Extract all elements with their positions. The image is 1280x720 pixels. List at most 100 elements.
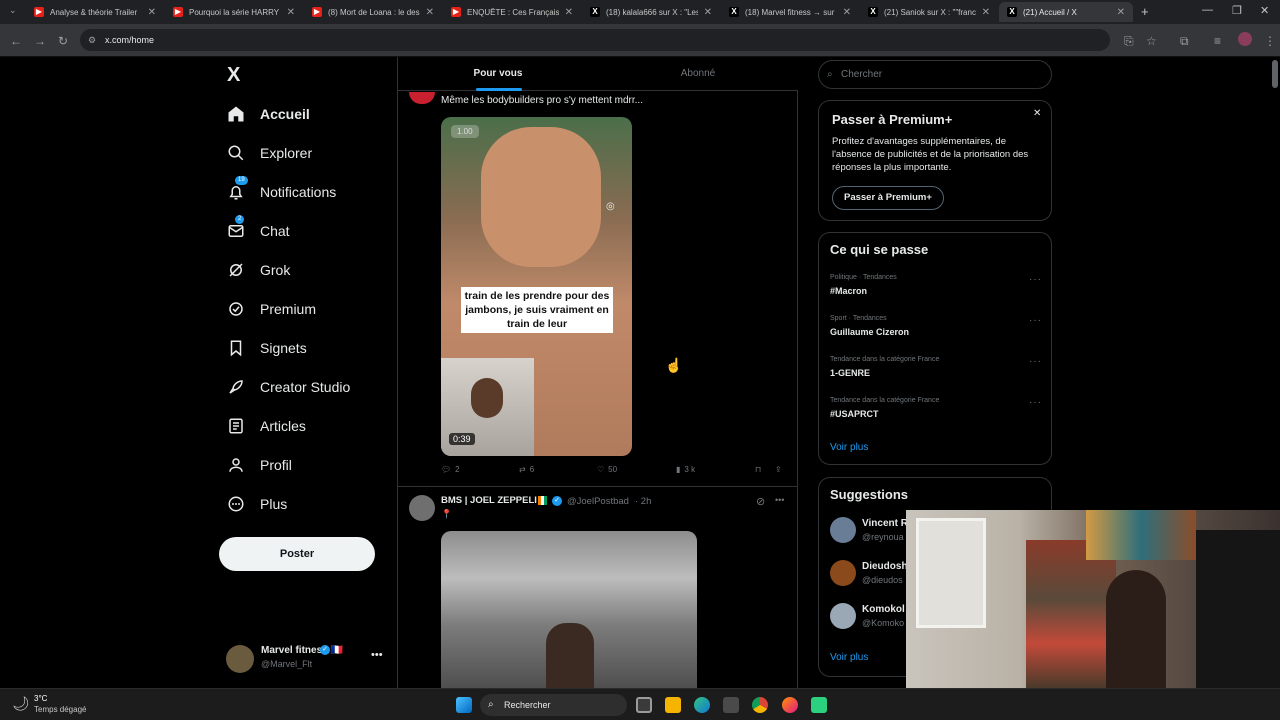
close-icon[interactable]: ✕ [1033,108,1041,119]
tab-pour-vous[interactable]: Pour vous [398,57,598,91]
close-icon[interactable]: ✕ [843,7,851,18]
hand-cursor-icon: ☝ [665,357,683,373]
browser-tab[interactable]: X (18) Marvel fitness → sur ✕ [721,2,859,22]
sidebar-item-articles[interactable]: Articles [226,412,306,440]
reload-icon[interactable]: ↻ [58,34,68,48]
more-icon[interactable]: ••• [775,495,784,505]
weather-temperature[interactable]: 3°C [34,694,47,703]
suggestion-handle: @reynoua [862,532,904,542]
bookmark-button[interactable]: ⊓ [755,465,761,474]
post-time[interactable]: · 2h [635,496,651,507]
instagram-icon: ◎ [606,201,615,212]
profile-avatar[interactable] [1238,32,1252,46]
app-icon[interactable] [811,697,827,713]
trend-item[interactable]: Tendance dans la catégorie France #USAPR… [819,392,1051,432]
window-close-icon[interactable]: ✕ [1260,4,1269,17]
search-input[interactable]: ⌕ Chercher [818,60,1052,89]
reply-button[interactable]: 💬︎ 2 [441,465,460,474]
webcam-shelf [1026,540,1116,688]
browser-tab-active[interactable]: X (21) Accueil / X ✕ [999,2,1133,22]
browser-tab[interactable]: ▶ Analyse & théorie Trailer ✕ [26,2,164,22]
close-icon[interactable]: ✕ [426,7,434,18]
browser-tab[interactable]: ▶ Pourquoi la série HARRY ✕ [165,2,303,22]
sidebar-item-creator-studio[interactable]: Creator Studio [226,373,350,401]
search-placeholder: Chercher [841,69,883,80]
webcam-person [1106,570,1166,688]
x-icon: X [868,7,878,17]
tab-title: (18) Marvel fitness → sur [745,7,835,17]
new-tab-icon[interactable]: + [1141,4,1149,19]
windows-start-icon[interactable] [456,697,472,713]
sidebar-item-explorer[interactable]: Explorer [226,139,312,167]
like-button[interactable]: ♡ 50 [597,465,617,474]
chrome-icon[interactable] [752,697,768,713]
url-input[interactable]: ⚙ x.com/home [80,29,1110,51]
browser-tab[interactable]: ▶ (8) Mort de Loana : le des ✕ [304,2,442,22]
task-view-icon[interactable] [636,697,652,713]
taskbar-search-input[interactable]: ⌕ Rechercher [480,694,627,716]
trend-item[interactable]: Tendance dans la catégorie France 1-GENR… [819,351,1051,391]
share-button[interactable]: ⇪ [775,465,782,474]
firefox-icon[interactable] [782,697,798,713]
trend-item[interactable]: Sport · Tendances Guillaume Cizeron ··· [819,310,1051,350]
back-icon[interactable]: ← [10,34,22,48]
playback-rate[interactable]: 1.00 [451,125,479,138]
sidebar-item-profil[interactable]: Profil [226,451,292,479]
minimize-icon[interactable]: — [1202,4,1213,16]
post-author-handle[interactable]: @JoelPostbad [567,496,629,507]
post-button[interactable]: Poster [219,537,375,571]
more-circle-icon [226,494,246,514]
media-icon[interactable]: ≡ [1214,34,1221,48]
site-info-icon[interactable]: ⚙ [88,29,96,51]
image-subject [546,623,594,688]
weather-description[interactable]: Temps dégagé [34,705,86,714]
sidebar-item-accueil[interactable]: Accueil [226,100,310,128]
close-icon[interactable]: ✕ [565,7,573,18]
premium-upgrade-button[interactable]: Passer à Premium+ [832,186,944,210]
close-icon[interactable]: ✕ [148,7,156,18]
tab-search-icon[interactable]: ⌄ [9,5,17,16]
bookmark-star-icon[interactable]: ☆ [1146,34,1157,48]
page-scrollbar-thumb[interactable] [1272,60,1278,88]
more-icon[interactable]: ··· [1029,315,1042,326]
post-author-name[interactable]: BMS | JOEL ZEPPELI [441,495,537,506]
browser-tab[interactable]: X (18) kalala666 sur X : "Les ✕ [582,2,720,22]
suggestions-show-more-link[interactable]: Voir plus [830,652,868,663]
sidebar-item-premium[interactable]: Premium [226,295,316,323]
post-text: Même les bodybuilders pro s'y mettent md… [441,95,643,106]
sidebar-item-plus[interactable]: Plus [226,490,287,518]
close-icon[interactable]: ✕ [1117,7,1125,18]
repost-button[interactable]: ⇄ 6 [519,465,534,474]
close-icon[interactable]: ✕ [287,7,295,18]
store-icon[interactable] [723,697,739,713]
edge-icon[interactable] [694,697,710,713]
more-icon[interactable]: ··· [1029,274,1042,285]
x-logo[interactable]: X [227,64,240,87]
tab-abonne[interactable]: Abonné [598,57,798,91]
sidebar-item-signets[interactable]: Signets [226,334,307,362]
restore-icon[interactable]: ❐ [1232,4,1242,17]
browser-tab[interactable]: ▶ ENQUÊTE : Ces Français p ✕ [443,2,581,22]
more-icon[interactable]: ··· [1029,356,1042,367]
browser-tab[interactable]: X (21) Saniok sur X : ""franc ✕ [860,2,998,22]
file-explorer-icon[interactable] [665,697,681,713]
more-icon[interactable]: ··· [1029,397,1042,408]
extensions-icon[interactable]: ⧉ [1180,34,1189,49]
views-button[interactable]: ▮ 3 k [676,465,695,474]
trends-show-more-link[interactable]: Voir plus [830,442,868,453]
trend-item[interactable]: Politique · Tendances #Macron ··· [819,269,1051,309]
sidebar-item-notifications[interactable]: 19 Notifications [226,176,336,206]
close-icon[interactable]: ✕ [982,7,990,18]
close-icon[interactable]: ✕ [704,7,712,18]
sidebar-item-chat[interactable]: 2 Chat [226,215,290,245]
account-switcher[interactable]: Marvel fitness 🇫🇷 ✓ @Marvel_Flt ••• [226,644,391,674]
more-icon[interactable]: ••• [371,649,383,661]
menu-kebab-icon[interactable]: ⋮ [1264,34,1276,48]
post-video[interactable]: 1.00 ◎ train de les prendre pour des jam… [441,117,632,456]
post-image[interactable] [441,531,697,688]
grok-icon[interactable]: ⊘ [756,495,765,508]
avatar[interactable] [409,495,435,521]
forward-icon[interactable]: → [34,34,46,48]
install-icon[interactable]: ⎘ [1124,34,1134,49]
sidebar-item-grok[interactable]: Grok [226,256,290,284]
